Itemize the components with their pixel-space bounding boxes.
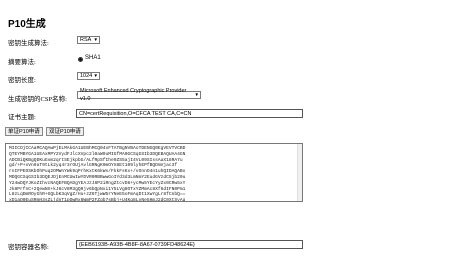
chevron-down-icon: ▼ xyxy=(194,92,199,97)
csp-select-value: Microsoft Enhanced Cryptographic Provide… xyxy=(80,88,187,102)
keylen-select[interactable]: 1024 ▼ xyxy=(77,72,100,80)
digest-label: 摘要算法: xyxy=(8,59,36,66)
dual-p10-button[interactable]: 双证P10申请 xyxy=(46,127,84,136)
chevron-down-icon: ▼ xyxy=(93,37,98,42)
digest-option-label: SHA1 xyxy=(85,55,101,61)
csp-label: 生成密钥的CSP名称: xyxy=(8,96,67,103)
scrollbar[interactable] xyxy=(297,144,302,201)
digest-radio[interactable] xyxy=(78,57,83,62)
algo-label: 密钥生成算法: xyxy=(8,40,49,47)
container-label: 密钥容器名称: xyxy=(8,244,49,251)
radio-dot-icon xyxy=(79,58,82,61)
p10-output-textarea[interactable]: MIICOjCCAaMCAQAwPjELMAkGA1UEBhMCQ04xFTAT… xyxy=(5,143,303,202)
single-p10-button[interactable]: 单证P10申请 xyxy=(5,127,43,136)
chevron-down-icon: ▼ xyxy=(93,73,98,78)
algo-select-value: RSA xyxy=(80,37,92,43)
csp-select[interactable]: Microsoft Enhanced Cryptographic Provide… xyxy=(77,88,201,102)
keylen-label: 密钥长度: xyxy=(8,77,36,84)
subject-label: 证书主题: xyxy=(8,114,36,121)
keylen-select-value: 1024 xyxy=(80,73,93,79)
container-input[interactable]: {EEB6193B-A93B-4B8F-8A67-0739FD48624E} xyxy=(76,240,303,249)
p10-output-text: MIICOjCCAaMCAQAwPjELMAkGA1UEBhMCQ04xFTAT… xyxy=(9,146,186,202)
page-title: P10生成 xyxy=(8,19,46,30)
subject-input[interactable]: CN=certRequisition,O=CFCA TEST CA,C=CN xyxy=(76,109,303,118)
algo-select[interactable]: RSA ▼ xyxy=(77,36,100,44)
